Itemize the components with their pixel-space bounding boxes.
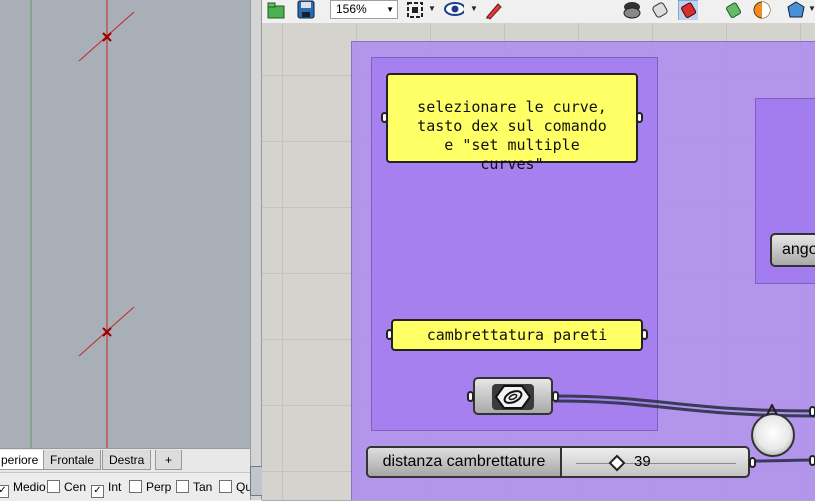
checkbox-icon [47, 480, 60, 493]
viewport-geometry [30, 0, 135, 448]
dial-pointer-icon [766, 404, 778, 416]
curve-param-icon [492, 384, 534, 410]
checkbox-checked-icon: ✓ [91, 485, 104, 498]
tab-frontale[interactable]: Frontale [43, 450, 102, 470]
note-panel[interactable]: selezionare le curve, tasto dex sul coma… [381, 73, 643, 173]
viewport-tabs: periore Frontale Destra + [0, 448, 250, 473]
dial-output-grip[interactable] [809, 406, 815, 417]
panel-output-grip[interactable] [636, 112, 643, 123]
preview-shaded-icon[interactable] [622, 0, 642, 20]
display-icon[interactable] [752, 0, 772, 20]
zoom-extents-icon[interactable] [405, 0, 425, 20]
dial-output-grip-2[interactable] [809, 455, 815, 466]
chevron-down-icon[interactable]: ▼ [470, 4, 478, 13]
slider-output-grip[interactable] [749, 457, 756, 468]
checkbox-icon [176, 480, 189, 493]
osnap-cen[interactable]: Cen [47, 479, 86, 495]
checkbox-icon [129, 480, 142, 493]
panel-input-grip[interactable] [386, 329, 393, 340]
slider-value: 39 [634, 453, 651, 470]
hexagon-curve-icon [494, 385, 532, 409]
zoom-dropdown[interactable]: 156% ▼ [330, 0, 398, 19]
preview-selected-icon[interactable] [678, 0, 698, 20]
angle-component[interactable]: ango [770, 233, 815, 267]
dial-knob-icon[interactable] [751, 413, 795, 457]
number-slider[interactable]: distanza cambrettature 39 [366, 446, 756, 478]
angle-component-label: ango [782, 241, 815, 258]
tab-destra[interactable]: Destra [102, 450, 152, 470]
panel-output-grip[interactable] [641, 329, 648, 340]
slider-knob[interactable] [608, 454, 626, 472]
osnap-medio[interactable]: ✓ Medio [0, 479, 46, 498]
tab-superiore[interactable]: periore [0, 450, 46, 470]
save-icon[interactable] [296, 0, 316, 20]
slider-label: distanza cambrettature [368, 448, 562, 476]
bake-icon[interactable] [724, 0, 744, 20]
chevron-down-icon[interactable]: ▼ [808, 4, 815, 13]
wire-slider-output [751, 458, 815, 463]
component-input-grip[interactable] [467, 391, 474, 402]
preview-wire-icon[interactable] [650, 0, 670, 20]
solid-icon[interactable] [786, 0, 806, 20]
add-tab-icon: + [164, 453, 172, 467]
curve-parameter-component[interactable] [467, 377, 559, 415]
tab-add-viewport[interactable]: + [155, 450, 182, 470]
chevron-down-icon: ▼ [386, 5, 394, 14]
osnap-int[interactable]: ✓ Int [91, 479, 121, 498]
checkbox-icon [219, 480, 232, 493]
grasshopper-canvas[interactable]: selezionare le curve, tasto dex sul coma… [262, 23, 815, 500]
chevron-down-icon[interactable]: ▼ [428, 4, 436, 13]
slider-track[interactable] [576, 463, 736, 464]
rhino-viewport[interactable] [0, 0, 250, 448]
window-splitter[interactable] [250, 0, 262, 500]
panel-input-grip[interactable] [381, 112, 388, 123]
osnap-tan[interactable]: Tan [176, 479, 212, 495]
component-output-grip[interactable] [552, 391, 559, 402]
osnap-perp[interactable]: Perp [129, 479, 171, 495]
sketch-pen-icon[interactable] [484, 0, 504, 20]
open-file-icon[interactable] [266, 0, 286, 20]
osnap-quad[interactable]: Qu [219, 479, 252, 495]
osnap-bar: ✓ Medio Cen ✓ Int Perp Tan Qu [0, 472, 262, 501]
title-panel[interactable]: cambrettatura pareti [386, 319, 648, 351]
checkbox-checked-icon: ✓ [0, 485, 9, 498]
preview-eye-icon[interactable] [444, 0, 464, 20]
canvas-toolbar: 156% ▼ ▼ ▼ ▼ [262, 0, 815, 24]
